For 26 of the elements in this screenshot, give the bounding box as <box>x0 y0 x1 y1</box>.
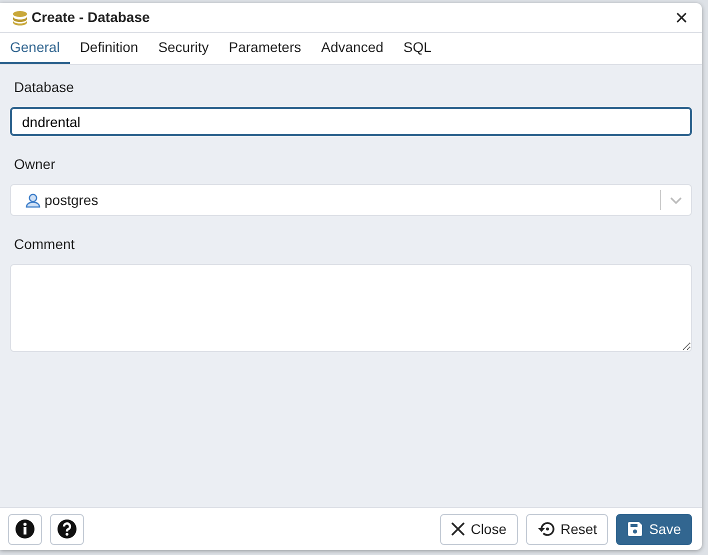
input-field[interactable]: dndrental <box>10 107 692 136</box>
user-icon <box>25 192 41 208</box>
save-button[interactable]: Save <box>616 514 692 544</box>
tab[interactable]: Parameters <box>218 33 312 64</box>
reset-icon <box>536 521 554 537</box>
close-icon <box>450 522 465 536</box>
tab[interactable]: SQL <box>393 33 442 64</box>
dialog-title: Create - Database <box>32 8 150 27</box>
info-button[interactable] <box>8 514 42 544</box>
tab[interactable]: Definition <box>70 33 148 64</box>
save-icon <box>627 521 644 537</box>
help-icon <box>57 519 77 539</box>
select-value: postgres <box>44 190 98 210</box>
field-label: Owner <box>14 155 56 174</box>
help-button[interactable] <box>50 514 84 544</box>
reset-button[interactable]: Reset <box>526 514 608 544</box>
comment-field[interactable] <box>10 264 692 352</box>
tab[interactable]: Advanced <box>311 33 394 64</box>
owner-select[interactable]: postgres <box>10 184 692 216</box>
database-icon <box>12 10 28 26</box>
field-label: Database <box>14 78 75 97</box>
tab[interactable]: Security <box>148 33 219 64</box>
close-button[interactable]: Close <box>440 514 518 544</box>
close-button[interactable]: × <box>673 6 690 28</box>
field-label: Comment <box>14 235 76 254</box>
info-icon <box>15 519 35 539</box>
